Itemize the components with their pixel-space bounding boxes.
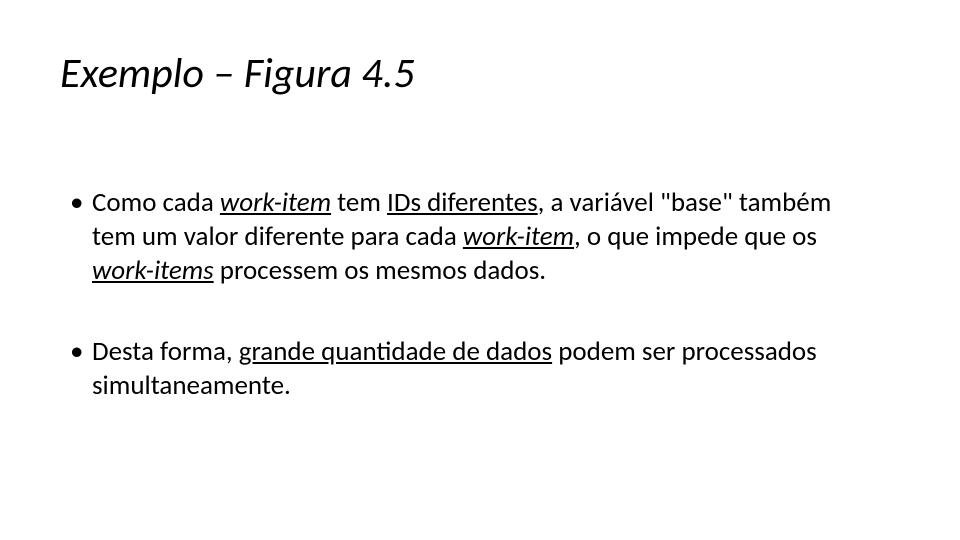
slide-title: Exemplo – Figura 4.5 bbox=[60, 48, 415, 99]
text-run: , o que impede que os bbox=[574, 220, 817, 253]
bullet-item: Desta forma, grande quantidade de dados … bbox=[70, 335, 870, 403]
bullet-item: Como cada work-item tem IDs diferentes , … bbox=[70, 186, 870, 287]
slide-body: Como cada work-item tem IDs diferentes , … bbox=[70, 186, 870, 451]
text-run: grande quantidade de dados bbox=[239, 335, 552, 368]
text-run: Desta forma, bbox=[92, 335, 239, 368]
text-run: work-item bbox=[220, 186, 331, 219]
text-run: work-item bbox=[463, 220, 574, 253]
text-run: work-items bbox=[92, 254, 214, 287]
text-run: processem os mesmos dados. bbox=[214, 254, 546, 287]
bullet-list: Como cada work-item tem IDs diferentes , … bbox=[70, 186, 870, 403]
text-run: IDs diferentes bbox=[387, 186, 538, 219]
slide: Exemplo – Figura 4.5 Como cada work-item… bbox=[0, 0, 960, 540]
text-run: Como cada bbox=[92, 186, 220, 219]
text-run: tem bbox=[331, 186, 387, 219]
